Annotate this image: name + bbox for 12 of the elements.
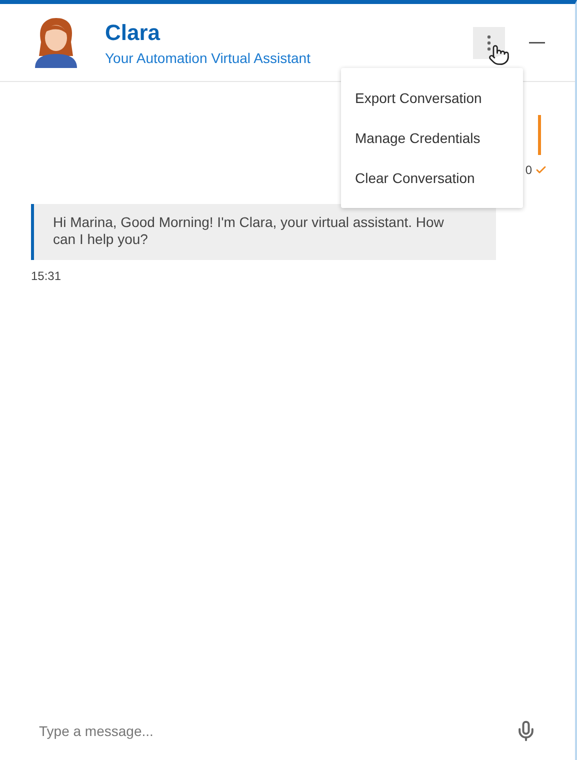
hand-cursor-icon <box>488 44 510 66</box>
more-options-icon <box>487 34 491 50</box>
message-time: 15:31 <box>31 269 62 283</box>
menu-item[interactable]: Manage Credentials <box>341 118 523 158</box>
message-time: 0 <box>525 163 532 177</box>
bot-message: Hi Marina, Good Morning! I'm Clara, your virtual assistant. How can I help you? <box>31 204 496 260</box>
assistant-name: Clara <box>105 20 162 46</box>
avatar-icon <box>33 18 79 68</box>
menu-item[interactable]: Clear Conversation <box>341 158 523 198</box>
assistant-subtitle: Your Automation Virtual Assistant <box>105 50 312 66</box>
menu-item[interactable]: Export Conversation <box>341 78 523 118</box>
minimize-icon <box>529 42 545 44</box>
